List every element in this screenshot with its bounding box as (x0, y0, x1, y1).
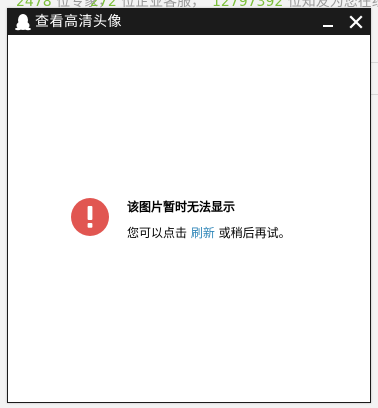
view-hd-avatar-dialog: 查看高清头像 该图片暂时无法显示 您可以点击 刷新 或稍后再试。 (7, 8, 371, 403)
close-button[interactable] (346, 12, 366, 32)
dialog-title: 查看高清头像 (35, 14, 122, 30)
refresh-link[interactable]: 刷新 (191, 226, 215, 240)
qq-penguin-icon (15, 14, 31, 31)
error-hint: 您可以点击 刷新 或稍后再试。 (127, 225, 291, 241)
title-bar[interactable]: 查看高清头像 (8, 9, 370, 35)
error-exclamation-icon (71, 198, 109, 236)
close-icon (349, 15, 363, 29)
bg-divider (370, 62, 378, 63)
bg-divider (370, 94, 378, 95)
hint-suffix: 或稍后再试。 (214, 226, 291, 240)
minimize-icon (323, 25, 333, 27)
hint-prefix: 您可以点击 (127, 226, 191, 240)
minimize-button[interactable] (318, 12, 338, 32)
dialog-content: 该图片暂时无法显示 您可以点击 刷新 或稍后再试。 (8, 35, 370, 402)
error-title: 该图片暂时无法显示 (127, 200, 236, 214)
